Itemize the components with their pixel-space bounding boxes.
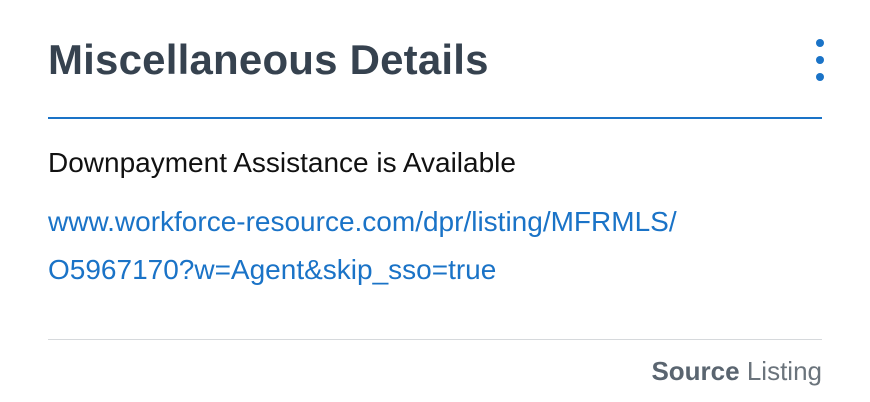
source-info: Source Listing — [651, 354, 822, 388]
header-divider — [48, 117, 822, 119]
footer-divider — [48, 339, 822, 340]
listing-link[interactable]: www.workforce-resource.com/dpr/listing/M… — [48, 198, 828, 294]
listing-link-line-1: www.workforce-resource.com/dpr/listing/M… — [48, 206, 677, 237]
source-value: Listing — [746, 356, 822, 386]
menu-dot — [816, 39, 824, 47]
menu-dot — [816, 56, 824, 64]
menu-dot — [816, 73, 824, 81]
source-label: Source — [651, 356, 740, 386]
miscellaneous-details-card: Miscellaneous Details Downpayment Assist… — [0, 0, 870, 402]
card-title: Miscellaneous Details — [48, 36, 489, 83]
listing-link-line-2: O5967170?w=Agent&skip_sso=true — [48, 254, 497, 285]
card-header: Miscellaneous Details — [48, 30, 824, 90]
kebab-menu-icon[interactable] — [814, 39, 826, 81]
feature-text: Downpayment Assistance is Available — [48, 147, 516, 178]
